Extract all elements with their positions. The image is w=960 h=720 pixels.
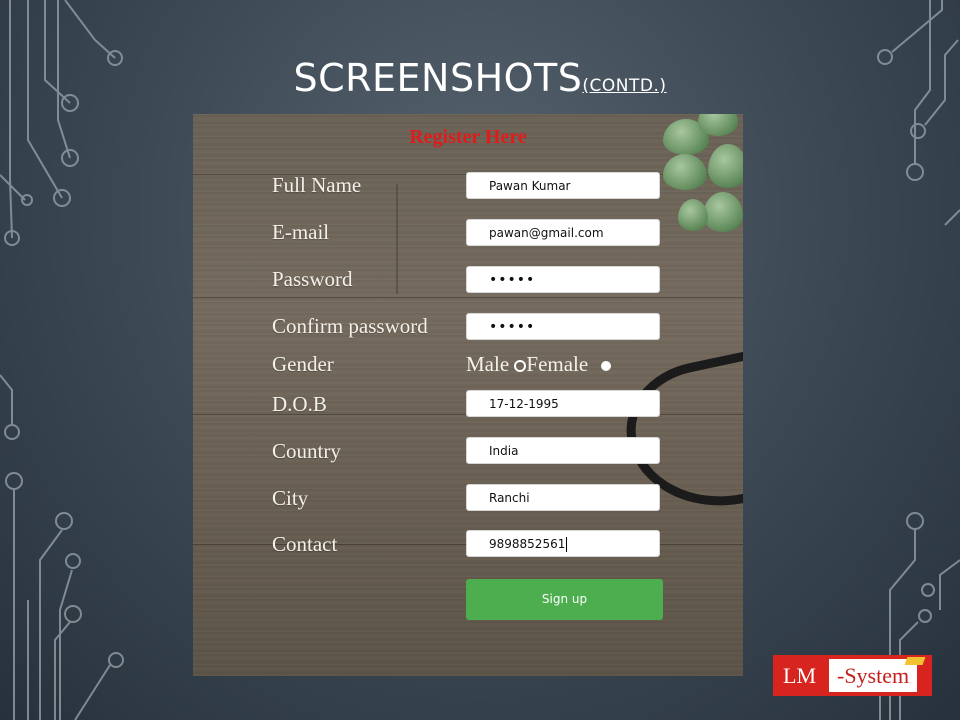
dob-label: D.O.B	[272, 392, 327, 416]
sign-up-button[interactable]: Sign up	[466, 579, 663, 620]
gender-label: Gender	[272, 352, 334, 376]
password-input[interactable]: •••••	[466, 266, 660, 293]
slide-title: SCREENSHOTS(CONTD.)	[0, 56, 960, 100]
plant-leaf	[703, 192, 743, 232]
country-label: Country	[272, 439, 341, 463]
slide-title-main: SCREENSHOTS	[293, 56, 583, 100]
contact-input[interactable]: 9898852561	[466, 530, 660, 557]
city-input[interactable]: Ranchi	[466, 484, 660, 511]
full-name-input[interactable]: Pawan Kumar	[466, 172, 660, 199]
registration-form-screenshot: Register Here Full Name Pawan Kumar E-ma…	[193, 114, 743, 676]
dob-input[interactable]: 17-12-1995	[466, 390, 660, 417]
city-label: City	[272, 486, 309, 510]
wood-grain	[396, 184, 398, 294]
password-label: Password	[272, 267, 353, 291]
confirm-password-input[interactable]: •••••	[466, 313, 660, 340]
email-label: E-mail	[272, 220, 330, 244]
gender-male-label: Male	[466, 352, 510, 376]
text-cursor	[566, 537, 568, 552]
plant-leaf	[678, 199, 708, 231]
slide-title-sub: (CONTD.)	[582, 76, 667, 96]
logo-text-lm: LM	[783, 663, 816, 688]
email-input[interactable]: pawan@gmail.com	[466, 219, 660, 246]
gender-radio-group: Male Female	[466, 352, 612, 377]
confirm-password-label: Confirm password	[272, 314, 428, 338]
form-heading: Register Here	[409, 126, 527, 148]
full-name-label: Full Name	[272, 173, 362, 197]
contact-value: 9898852561	[489, 537, 566, 551]
lm-system-logo: LM -System	[773, 655, 932, 696]
graduation-cap-icon	[904, 657, 926, 665]
plant-leaf	[663, 154, 707, 190]
gender-male-radio[interactable]	[514, 360, 527, 373]
plant-leaf	[708, 144, 743, 188]
gender-female-radio[interactable]	[601, 361, 612, 372]
gender-female-label: Female	[526, 352, 589, 376]
country-input[interactable]: India	[466, 437, 660, 464]
wood-grain	[193, 297, 743, 298]
contact-label: Contact	[272, 532, 338, 556]
